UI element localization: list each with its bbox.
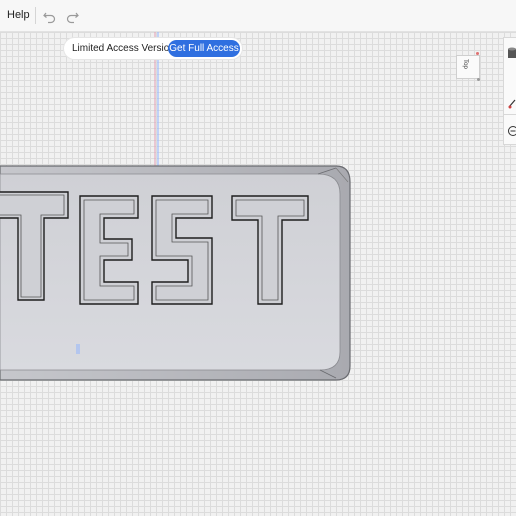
right-tool-panel xyxy=(503,37,516,145)
access-banner: Limited Access Version Get Full Access xyxy=(64,38,242,59)
undo-icon[interactable] xyxy=(41,7,59,25)
view-cube-corner-dot xyxy=(477,78,480,81)
cylinder-icon[interactable] xyxy=(507,46,516,58)
zoom-icon[interactable] xyxy=(507,124,516,136)
panel-divider xyxy=(504,114,516,115)
redo-icon[interactable] xyxy=(63,7,81,25)
measure-icon[interactable] xyxy=(507,96,516,109)
top-bar: Help xyxy=(0,0,516,32)
help-menu[interactable]: Help xyxy=(7,9,30,21)
access-label: Limited Access Version xyxy=(72,43,175,54)
view-cube[interactable]: Top xyxy=(456,55,480,79)
get-full-access-button[interactable]: Get Full Access xyxy=(168,40,240,57)
view-cube-corner-dot xyxy=(476,52,479,55)
model-scene[interactable] xyxy=(0,32,516,516)
view-cube-face-label: Top xyxy=(461,59,468,69)
3d-viewport[interactable] xyxy=(0,32,516,516)
toolbar-divider xyxy=(35,7,36,24)
